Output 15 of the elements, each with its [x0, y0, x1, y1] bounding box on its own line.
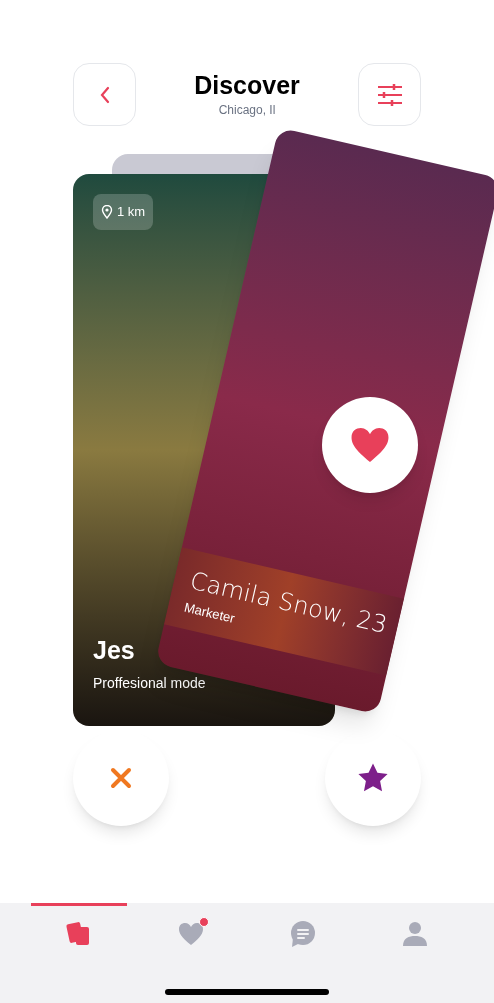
settings-icon — [375, 82, 404, 107]
person-icon — [401, 919, 429, 948]
location-label: Chicago, Il — [218, 102, 276, 120]
profile-name: Jes — [93, 634, 136, 666]
distance-label: 1 km — [117, 203, 146, 221]
heart-icon — [177, 920, 205, 947]
page-title: Discover — [194, 69, 300, 101]
cards-icon — [66, 920, 92, 947]
filter-button[interactable] — [358, 63, 421, 126]
location-pin-icon — [101, 204, 113, 219]
chat-bubble-icon — [289, 919, 317, 948]
profile-occupation: Proffesional mode — [93, 674, 207, 693]
back-button[interactable] — [73, 63, 136, 126]
star-icon — [356, 762, 390, 794]
close-icon — [110, 767, 132, 789]
